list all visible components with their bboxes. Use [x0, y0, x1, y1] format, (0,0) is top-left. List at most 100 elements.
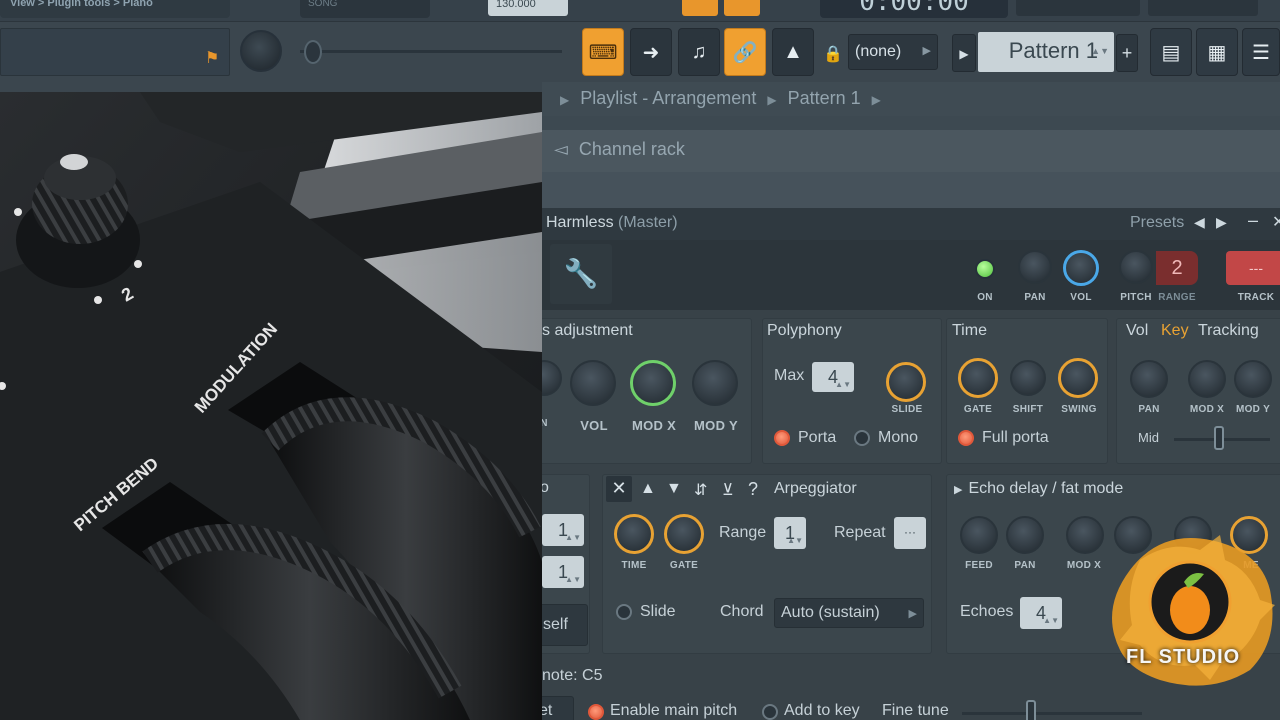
mouse-cursor-icon: ⚑ — [205, 50, 220, 67]
master-volume-knob[interactable] — [240, 30, 282, 72]
piano-roll-icon: ▦ — [1207, 41, 1227, 64]
knob-dot — [14, 208, 22, 216]
misc-vol-knob[interactable] — [570, 360, 616, 406]
arp-range-spinner[interactable]: 1 ▲▼ — [774, 517, 806, 549]
left-spinner-2[interactable]: 1 ▲▼ — [542, 556, 584, 588]
pan-knob[interactable] — [1018, 250, 1052, 284]
fine-tune-handle[interactable] — [1026, 700, 1036, 720]
wrench-icon[interactable]: 🔧 — [550, 244, 612, 304]
tempo-display[interactable]: 130.000 — [488, 0, 568, 16]
arp-up-icon[interactable]: ▲ — [640, 480, 656, 498]
misc-modx-knob[interactable] — [630, 360, 676, 406]
channel-rack-button[interactable]: ☰ — [1242, 28, 1280, 76]
misc-modx-label: MOD X — [631, 418, 677, 433]
arp-close-icon[interactable]: ✕ — [606, 476, 632, 502]
pitch-knob[interactable] — [1119, 250, 1153, 284]
playlist-header: ▶ Playlist - Arrangement ▶ Pattern 1 ▶ — [542, 82, 1280, 116]
breadcrumb-separator-icon: ▶ — [767, 93, 777, 107]
minimize-icon[interactable]: – — [1248, 210, 1258, 231]
max-voices-spinner[interactable]: 4 ▲▼ — [812, 362, 854, 392]
arp-gate-label: GATE — [669, 560, 699, 571]
porta-radio[interactable] — [774, 430, 790, 446]
mono-radio[interactable] — [854, 430, 870, 446]
key-mody-label: MOD Y — [1235, 404, 1271, 415]
key-modx-knob[interactable] — [1188, 360, 1226, 398]
chevron-right-icon: ▶ — [908, 608, 917, 620]
pattern-prev-button[interactable]: ▶ — [952, 34, 976, 72]
arp-sticky-icon[interactable]: ⊻ — [722, 480, 734, 500]
slide-knob[interactable] — [886, 362, 926, 402]
arp-random-icon[interactable]: ? — [748, 479, 758, 500]
presets-button[interactable]: Presets — [1130, 214, 1184, 232]
spinner-icon: ▲▼ — [565, 533, 581, 542]
step-edit-button[interactable]: ➜ — [630, 28, 672, 76]
arp-repeat-spinner[interactable]: ··· — [894, 517, 926, 549]
arp-chord-label: Chord — [720, 603, 764, 620]
time-shift-label: SHIFT — [1012, 404, 1044, 415]
master-pitch-slider[interactable] — [300, 50, 562, 53]
breadcrumb-separator-icon: ▶ — [871, 93, 881, 107]
arp-repeat-value: ··· — [904, 525, 916, 539]
time-display: 0:00:00 — [820, 0, 1008, 18]
cpu-meter — [1016, 0, 1140, 16]
arp-chord-select[interactable]: Auto (sustain) ▶ — [774, 598, 924, 628]
echoes-spinner[interactable]: 4 ▲▼ — [1020, 597, 1062, 629]
arp-slide-radio[interactable] — [616, 604, 632, 620]
echo-title[interactable]: ▶ Echo delay / fat mode — [954, 480, 1123, 498]
add-pattern-button[interactable]: + — [1116, 34, 1138, 72]
plugin-name: Harmless — [546, 214, 614, 231]
pattern-selector-value: (none) — [855, 43, 902, 60]
piano-roll-button[interactable]: ▦ — [1196, 28, 1238, 76]
echo-feed-label: FEED — [965, 560, 993, 571]
close-icon[interactable]: ✕ — [1272, 212, 1280, 232]
pitch-range-display[interactable]: 2 — [1156, 251, 1198, 285]
full-porta-label: Full porta — [982, 429, 1049, 446]
preset-next-icon[interactable]: ▶ — [1216, 214, 1227, 231]
key-pan-knob[interactable] — [1130, 360, 1168, 398]
echo-modx-knob[interactable] — [1066, 516, 1104, 554]
left-spinner-1[interactable]: 1 ▲▼ — [542, 514, 584, 546]
enable-main-pitch-radio[interactable] — [588, 704, 604, 720]
metronome-button[interactable]: ▲ — [772, 28, 814, 76]
link-button[interactable]: 🔗 — [724, 28, 766, 76]
song-mode-button[interactable]: SONG — [300, 0, 430, 18]
playlist-window-button[interactable]: ▤ — [1150, 28, 1192, 76]
tab-tracking[interactable]: Tracking — [1198, 322, 1259, 340]
pattern-selector[interactable]: (none) ▶ — [848, 34, 938, 70]
master-pitch-handle[interactable] — [304, 40, 322, 64]
slide-button[interactable]: ♫ — [678, 28, 720, 76]
pattern-name-display[interactable]: Pattern 1 ▲▼ — [978, 32, 1114, 72]
arp-time-knob[interactable] — [614, 514, 654, 554]
range-label: RANGE — [1158, 292, 1196, 303]
record-mode-button[interactable] — [682, 0, 718, 16]
echo-pan-knob[interactable] — [1006, 516, 1044, 554]
spinner-icon: ▲▼ — [1091, 46, 1109, 56]
key-mody-knob[interactable] — [1234, 360, 1272, 398]
fine-tune-slider[interactable] — [962, 712, 1142, 715]
fruit-icon — [1170, 586, 1210, 634]
time-shift-knob[interactable] — [1010, 360, 1046, 396]
tab-key[interactable]: Key — [1161, 322, 1189, 340]
track-label: TRACK — [1237, 292, 1275, 303]
enable-main-pitch-label: Enable main pitch — [610, 702, 738, 719]
key-mid-handle[interactable] — [1214, 426, 1224, 450]
countdown-button[interactable] — [724, 0, 760, 16]
playlist-pattern[interactable]: Pattern 1 — [788, 88, 861, 108]
preset-prev-icon[interactable]: ◀ — [1194, 214, 1205, 231]
echo-feed-knob[interactable] — [960, 516, 998, 554]
volume-knob[interactable] — [1063, 250, 1099, 286]
time-gate-knob[interactable] — [958, 358, 998, 398]
tab-vol[interactable]: Vol — [1126, 322, 1148, 340]
playlist-icon: ▤ — [1161, 41, 1181, 64]
misc-mody-knob[interactable] — [692, 360, 738, 406]
add-to-key-radio[interactable] — [762, 704, 778, 720]
arp-gate-knob[interactable] — [664, 514, 704, 554]
mixer-track-display[interactable]: --- — [1226, 251, 1280, 285]
full-porta-radio[interactable] — [958, 430, 974, 446]
arp-updown-icon[interactable]: ⇵ — [694, 480, 707, 500]
self-button[interactable]: self — [536, 604, 588, 646]
time-swing-knob[interactable] — [1058, 358, 1098, 398]
plugin-on-led[interactable] — [975, 259, 995, 279]
arp-down-icon[interactable]: ▼ — [666, 480, 682, 498]
typing-keyboard-button[interactable]: ⌨ — [582, 28, 624, 76]
